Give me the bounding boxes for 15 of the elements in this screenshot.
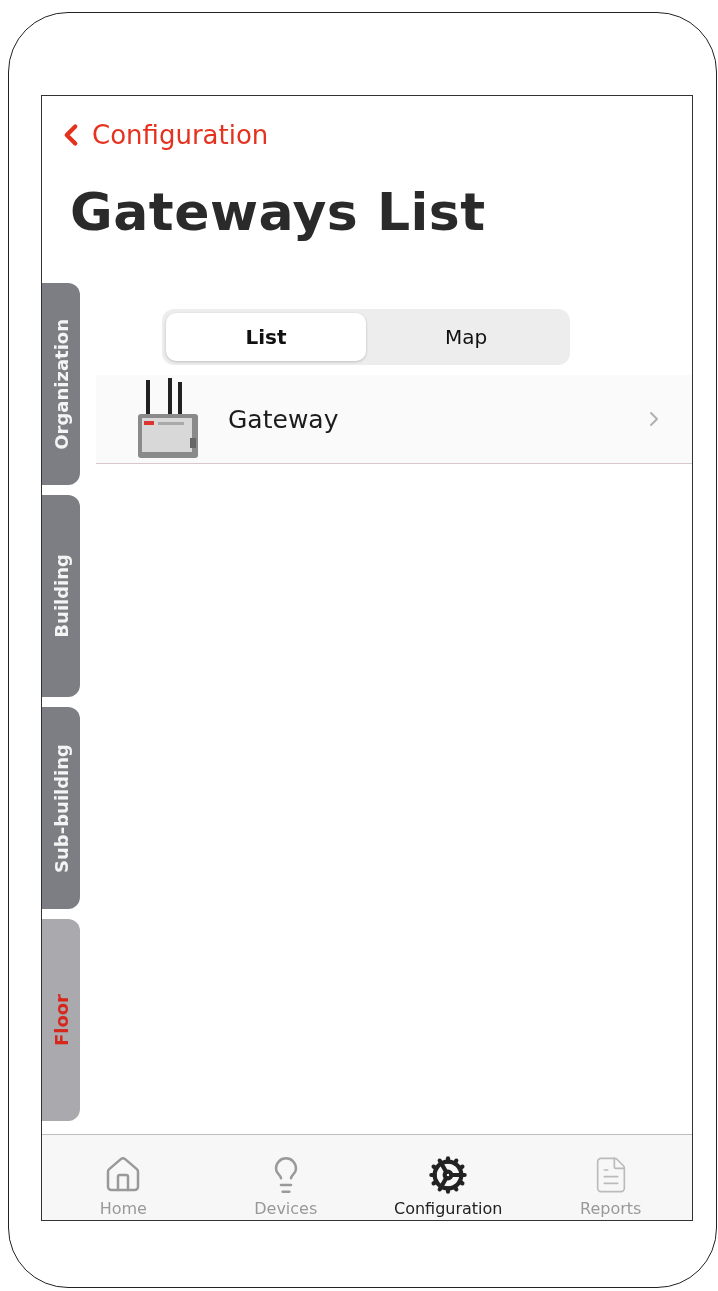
tab-bar-item[interactable]: Configuration <box>367 1135 530 1220</box>
settings-icon <box>428 1155 469 1195</box>
side-tab[interactable]: Floor <box>42 919 80 1121</box>
segment-button[interactable]: Map <box>366 313 566 361</box>
tab-bar-item[interactable]: Reports <box>529 1135 692 1220</box>
gateway-row[interactable]: Gateway <box>96 375 692 464</box>
page-title: Gateways List <box>70 182 487 242</box>
side-tab[interactable]: Building <box>42 495 80 697</box>
segment-button[interactable]: List <box>166 313 366 361</box>
tab-bar-item[interactable]: Home <box>42 1135 205 1220</box>
side-tab[interactable]: Organization <box>42 283 80 485</box>
tab-bar-item[interactable]: Devices <box>204 1135 367 1220</box>
back-link[interactable]: Configuration <box>54 118 692 152</box>
side-tab[interactable]: Sub-building <box>42 707 80 909</box>
gateway-name: Gateway <box>228 404 340 434</box>
